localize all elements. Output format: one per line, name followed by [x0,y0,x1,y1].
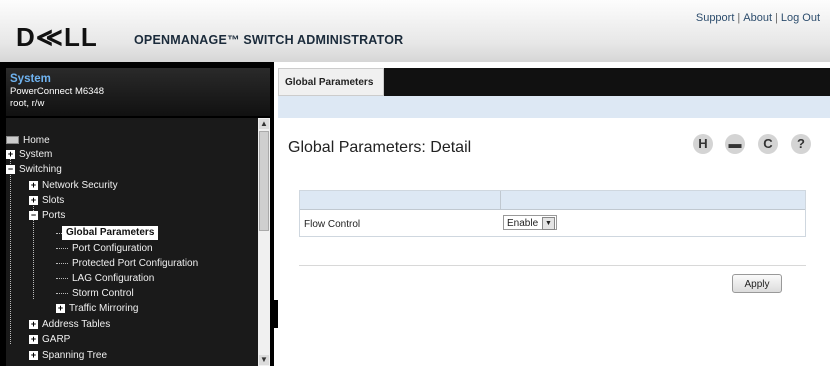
tree-item-label: Network Security [42,180,118,191]
expand-icon[interactable]: + [56,303,65,313]
tree-item-storm-control[interactable]: Storm Control [72,287,134,301]
collapse-icon[interactable]: − [6,164,15,174]
tree-item-port-configuration[interactable]: Port Configuration [72,242,153,256]
tree-item-label: Traffic Mirroring [69,303,139,314]
apply-button[interactable]: Apply [732,274,782,293]
tree-item-traffic-mirroring[interactable]: + Traffic Mirroring [56,302,138,316]
tree-line [56,248,68,249]
tree-item-address-tables[interactable]: + Address Tables [29,318,110,332]
tree-item-switching[interactable]: − Switching [6,163,62,177]
content-strip [278,96,830,118]
system-info: System PowerConnect M6348 root, r/w [6,68,270,116]
scroll-thumb[interactable] [259,131,269,231]
expand-icon[interactable]: + [29,319,38,329]
tree-item-label: LAG Configuration [72,273,155,284]
scroll-up-icon[interactable]: ▲ [259,119,269,129]
divider [299,265,806,266]
logout-link[interactable]: Log Out [781,12,820,24]
link-separator: | [737,12,741,24]
tree-item-label: Port Configuration [72,243,153,254]
expand-icon[interactable]: + [29,334,38,344]
dell-logo: D≪LL [16,22,98,52]
tree-item-home[interactable]: Home [6,134,50,148]
tree-line [56,278,68,279]
system-title: System [10,73,51,85]
tree-item-global-parameters[interactable]: Global Parameters [62,226,159,240]
top-header: D≪LL OPENMANAGE™ SWITCH ADMINISTRATOR Su… [0,0,830,62]
tree-item-protected-port-configuration[interactable]: Protected Port Configuration [72,257,198,271]
tree-item-label: Switching [19,164,62,175]
tree-item-label: Address Tables [42,319,111,330]
expand-icon[interactable]: + [29,350,38,360]
tree-item-label: Protected Port Configuration [72,258,199,269]
chevron-down-icon[interactable]: ▼ [542,217,555,230]
tree-item-spanning-tree[interactable]: + Spanning Tree [29,349,107,363]
page-title: Global Parameters: Detail [288,139,472,156]
header-links: Support | About | Log Out [696,12,820,24]
column-divider [500,191,501,209]
expand-icon[interactable]: + [29,180,38,190]
refresh-icon[interactable]: C [758,134,778,154]
support-link[interactable]: Support [696,12,735,24]
navigation-tree: Home + System − Switching + Network Securit… [6,118,258,366]
scroll-down-icon[interactable]: ▼ [259,355,269,365]
about-link[interactable]: About [743,12,772,24]
tree-item-network-security[interactable]: + Network Security [29,179,118,193]
system-user: root, r/w [10,98,45,109]
tree-item-label: Global Parameters [66,227,155,238]
tree-item-label: GARP [42,334,71,345]
tree-line [56,263,68,264]
product-name: OPENMANAGE™ SWITCH ADMINISTRATOR [134,33,404,47]
tree-line [10,152,11,344]
flow-control-value: Enable [507,218,539,229]
expand-icon[interactable]: + [29,195,38,205]
save-icon[interactable]: H [693,134,713,154]
help-icon[interactable]: ? [791,134,811,154]
tree-item-label: Slots [42,195,65,206]
tab-global-parameters[interactable]: Global Parameters [278,68,384,96]
tree-scrollbar[interactable]: ▲ ▼ [258,118,270,366]
tree-item-garp[interactable]: + GARP [29,333,70,347]
tree-item-label: System [19,149,53,160]
tree-item-label: Home [23,135,50,146]
tree-item-ports[interactable]: − Ports [29,209,65,223]
system-model: PowerConnect M6348 [10,86,104,97]
tree-item-lag-configuration[interactable]: LAG Configuration [72,272,154,286]
tree-item-label: Spanning Tree [42,350,108,361]
tree-item-label: Storm Control [72,288,134,299]
tree-line [56,293,68,294]
tree-item-slots[interactable]: + Slots [29,194,64,208]
expand-icon[interactable]: + [6,149,15,159]
table-header [300,191,805,210]
print-icon[interactable]: ▬ [725,134,745,154]
tree-item-label: Ports [42,210,66,221]
home-icon [6,136,19,145]
collapse-icon[interactable]: − [29,210,38,220]
flow-control-label: Flow Control [304,219,361,230]
tree-item-system[interactable]: + System [6,148,52,162]
link-separator: | [775,12,778,24]
flow-control-select[interactable]: Enable ▼ [503,215,557,230]
